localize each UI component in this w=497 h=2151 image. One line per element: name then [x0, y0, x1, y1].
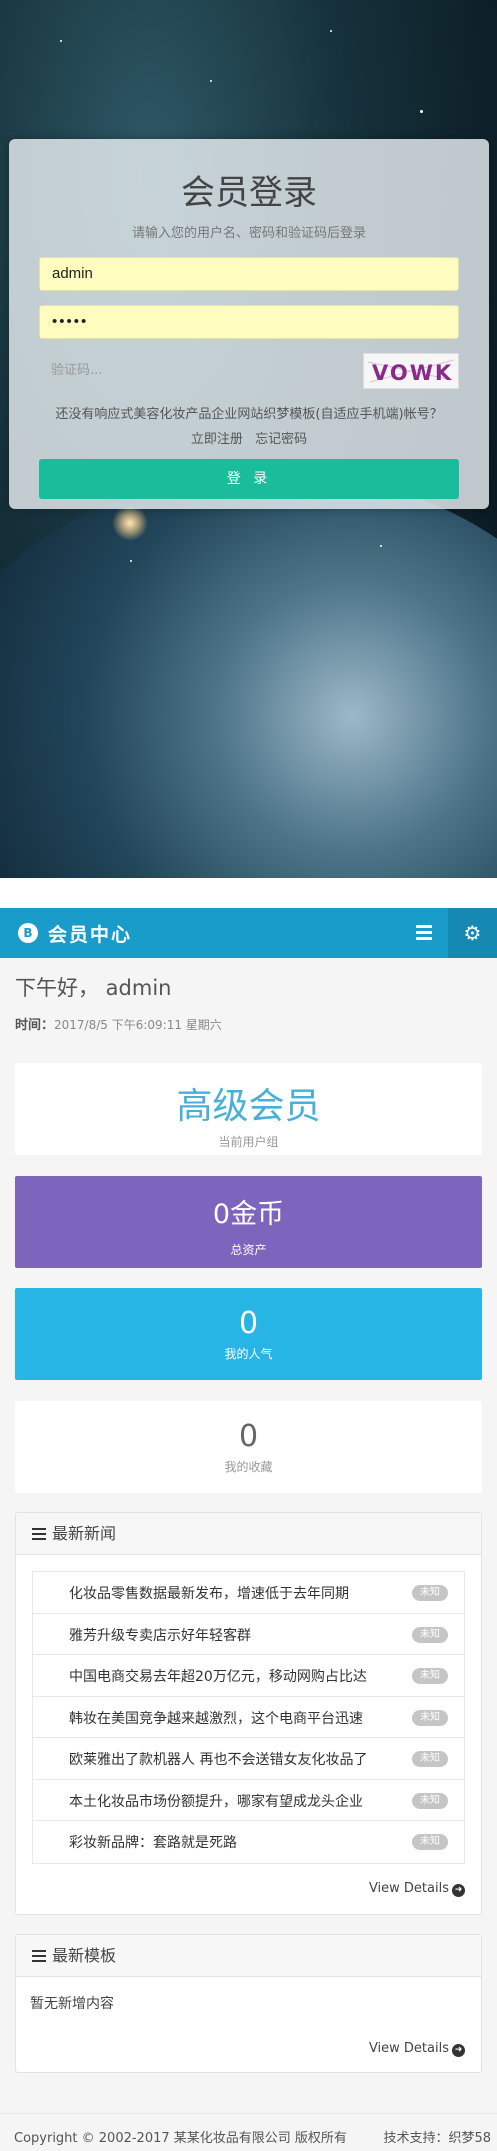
- user-group-card[interactable]: 高级会员 当前用户组: [15, 1063, 482, 1155]
- gear-icon[interactable]: ⚙: [448, 908, 497, 958]
- templates-panel-header: 最新模板: [16, 1935, 481, 1977]
- coins-card[interactable]: 0金币 总资产: [15, 1176, 482, 1268]
- news-badge: 未知: [412, 1751, 448, 1767]
- tech-support-text: 技术支持：织梦58: [383, 2131, 491, 2146]
- star: [330, 30, 332, 32]
- login-screen: 会员登录 请输入您的用户名、密码和验证码后登录 admin ••••• 验证码.…: [0, 0, 497, 878]
- news-badge: 未知: [412, 1626, 448, 1643]
- star: [60, 40, 62, 42]
- favorites-value: 0: [238, 1419, 259, 1454]
- news-title[interactable]: 欧莱雅出了款机器人 再也不会送错女友化妆品了: [69, 1749, 367, 1769]
- news-badge: 未知: [412, 1668, 448, 1684]
- login-title: 会员登录: [181, 173, 317, 213]
- user-group-value: 高级会员: [176, 1086, 321, 1127]
- news-badge: 未知: [412, 1585, 448, 1601]
- news-item[interactable]: 本土化妆品市场份额提升，哪家有望成龙头企业 未知: [33, 1780, 464, 1821]
- star: [420, 110, 423, 113]
- news-panel-title: 最新新闻: [52, 1524, 117, 1543]
- logo-icon: B: [18, 923, 38, 943]
- news-title[interactable]: 中国电商交易去年超20万亿元，移动网购占比达: [69, 1666, 367, 1686]
- top-navbar: B 会员中心 ⚙: [0, 908, 497, 958]
- bars-icon[interactable]: [402, 908, 446, 958]
- news-title[interactable]: 韩妆在美国竞争越来越激烈，这个电商平台迅速: [69, 1708, 363, 1728]
- star: [380, 545, 382, 547]
- news-item[interactable]: 欧莱雅出了款机器人 再也不会送错女友化妆品了 未知: [33, 1738, 464, 1780]
- arrow-circle-right-icon: ➜: [452, 2044, 465, 2057]
- member-center: B 会员中心 ⚙ 下午好， admin 时间：2017/8/5 下午6:09:1…: [0, 908, 497, 2151]
- news-badge: 未知: [412, 1709, 448, 1726]
- view-details-label: View Details: [368, 2041, 449, 2056]
- login-subtitle: 请输入您的用户名、密码和验证码后登录: [131, 226, 366, 241]
- time-value: 2017/8/5 下午6:09:11 星期六: [54, 1018, 222, 1032]
- register-question: 还没有响应式美容化妆产品企业网站织梦模板(自适应手机端)帐号？: [55, 407, 443, 422]
- copyright-text: Copyright © 2002-2017 某某化妆品有限公司 版权所有: [14, 2131, 347, 2146]
- templates-empty-text: 暂无新增内容: [30, 1996, 114, 2012]
- news-view-details-link[interactable]: View Details ➜: [369, 1881, 465, 1897]
- captcha-row: 验证码... VOWK: [39, 353, 459, 389]
- news-title[interactable]: 本土化妆品市场份额提升，哪家有望成龙头企业: [69, 1791, 363, 1811]
- news-item[interactable]: 韩妆在美国竞争越来越激烈，这个电商平台迅速 未知: [33, 1697, 464, 1738]
- captcha-image[interactable]: VOWK: [363, 353, 459, 389]
- captcha-input[interactable]: 验证码...: [39, 353, 349, 389]
- templates-view-details-link[interactable]: View Details ➜: [369, 2041, 465, 2057]
- login-button[interactable]: 登 录: [39, 459, 459, 499]
- coins-label: 总资产: [230, 1243, 267, 1257]
- forgot-password-link[interactable]: 忘记密码: [255, 432, 307, 447]
- news-item[interactable]: 雅芳升级专卖店示好年轻客群 未知: [33, 1614, 464, 1655]
- coins-value: 0金币: [212, 1199, 285, 1230]
- footer: Copyright © 2002-2017 某某化妆品有限公司 版权所有 技术支…: [0, 2113, 497, 2151]
- arrow-circle-right-icon: ➜: [452, 1884, 465, 1897]
- news-item[interactable]: 彩妆新品牌：套路就是死路 未知: [33, 1821, 464, 1863]
- favorites-card[interactable]: 0 我的收藏: [15, 1401, 482, 1493]
- register-link[interactable]: 立即注册: [191, 432, 243, 447]
- greeting-block: 下午好， admin 时间：2017/8/5 下午6:09:11 星期六: [0, 958, 497, 1033]
- light-glow: [112, 505, 148, 541]
- star: [130, 560, 132, 562]
- star: [210, 80, 212, 82]
- view-details-label: View Details: [368, 1881, 449, 1896]
- news-badge: 未知: [412, 1834, 448, 1850]
- latest-templates-panel: 最新模板 暂无新增内容 View Details ➜: [15, 1934, 482, 2073]
- news-title[interactable]: 彩妆新品牌：套路就是死路: [69, 1832, 237, 1852]
- user-group-label: 当前用户组: [218, 1135, 279, 1149]
- password-field[interactable]: •••••: [39, 305, 459, 339]
- news-item[interactable]: 化妆品零售数据最新发布，增速低于去年同期 未知: [33, 1572, 464, 1614]
- svg-text:VOWK: VOWK: [372, 361, 453, 385]
- popularity-label: 我的人气: [224, 1347, 273, 1361]
- list-icon: [32, 1528, 46, 1540]
- favorites-label: 我的收藏: [224, 1460, 273, 1474]
- popularity-value: 0: [238, 1306, 259, 1341]
- list-icon: [32, 1950, 46, 1962]
- news-item[interactable]: 中国电商交易去年超20万亿元，移动网购占比达 未知: [33, 1655, 464, 1697]
- time-row: 时间：2017/8/5 下午6:09:11 星期六: [15, 1014, 482, 1033]
- login-form: 会员登录 请输入您的用户名、密码和验证码后登录 admin ••••• 验证码.…: [9, 139, 489, 509]
- navbar-title: 会员中心: [48, 924, 133, 946]
- greeting-text: 下午好， admin: [15, 976, 172, 1000]
- news-badge: 未知: [412, 1792, 448, 1809]
- popularity-card[interactable]: 0 我的人气: [15, 1288, 482, 1380]
- username-field[interactable]: admin: [39, 257, 459, 291]
- templates-panel-title: 最新模板: [52, 1946, 117, 1965]
- news-title[interactable]: 雅芳升级专卖店示好年轻客群: [69, 1625, 251, 1645]
- login-links: 立即注册 忘记密码: [39, 428, 459, 447]
- news-title[interactable]: 化妆品零售数据最新发布，增速低于去年同期: [69, 1583, 349, 1603]
- planet-background: [0, 470, 497, 878]
- latest-news-panel: 最新新闻 化妆品零售数据最新发布，增速低于去年同期 未知 雅芳升级专卖店示好年轻客…: [15, 1512, 482, 1915]
- news-list: 化妆品零售数据最新发布，增速低于去年同期 未知 雅芳升级专卖店示好年轻客群 未知 中…: [32, 1571, 465, 1864]
- time-label: 时间：: [15, 1018, 55, 1033]
- news-panel-header: 最新新闻: [16, 1513, 481, 1555]
